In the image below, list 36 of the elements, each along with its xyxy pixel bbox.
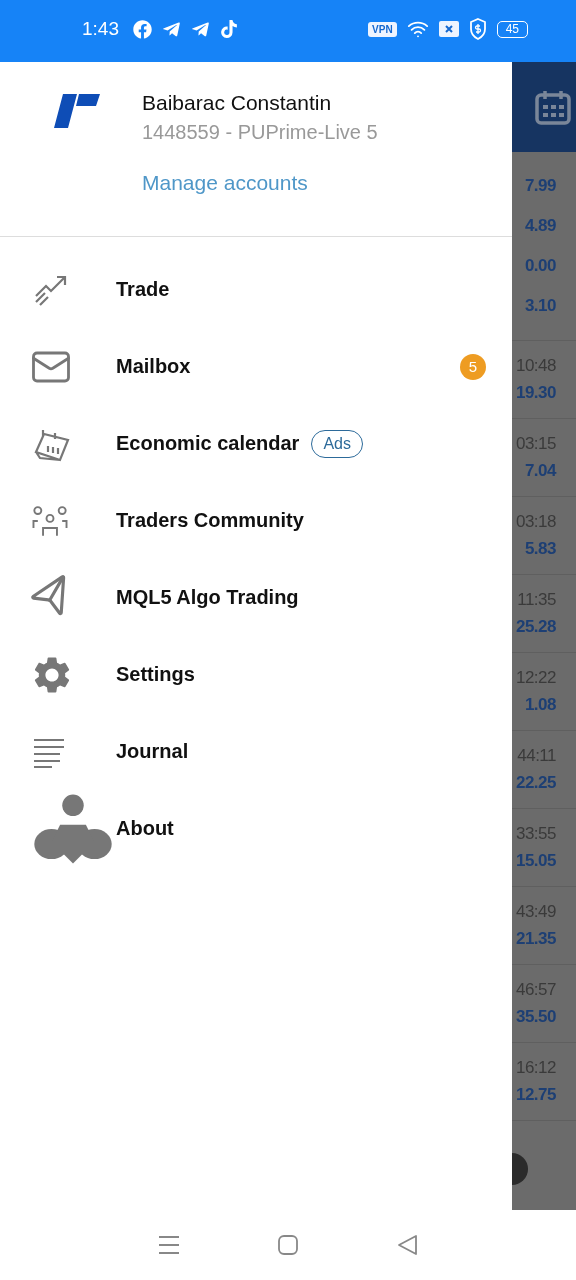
account-name: Baibarac Constantin [142,91,333,115]
price-value: 5.83 [523,537,557,560]
menu-item[interactable]: Trade [116,278,170,301]
price-value: 19.30 [514,381,557,404]
menu-item[interactable]: Traders Community [116,509,304,532]
facebook-icon [133,19,152,39]
menu-item[interactable]: Mailbox [116,355,191,378]
price-value: 15.05 [514,849,557,872]
calendar-icon[interactable] [534,88,572,126]
price-value: 7.99 [523,175,557,197]
account-login: 1448559 - PUPrime-Live 5 [142,121,378,144]
battery-level: 45 [496,20,528,38]
clock: 1:43 [82,18,119,40]
price-value: 25.28 [514,615,557,638]
menu-item[interactable]: MQL5 Algo Trading [116,586,299,609]
close-icon [438,21,459,37]
back-triangle-icon[interactable] [395,1234,418,1256]
price-value: 35.50 [514,1005,557,1028]
menu-item[interactable]: Settings [116,663,195,686]
price-value: 7.04 [523,459,558,482]
menu-item[interactable]: Economic calendar [116,432,300,455]
menu-icon[interactable] [158,1235,181,1255]
price-value: 22.25 [514,771,557,794]
price-value: 0.00 [523,255,557,277]
unread-count-badge: 5 [460,353,486,380]
price-value: 4.89 [523,215,557,237]
menu-item[interactable]: Journal [116,740,189,763]
price-value: 21.35 [514,927,557,950]
vpn-indicator: VPN [368,21,397,37]
shield-icon [468,18,487,40]
price-value: 1.08 [523,693,557,716]
menu-item[interactable]: About [116,817,174,840]
home-square-icon[interactable] [277,1234,299,1256]
price-value: 3.10 [523,295,557,317]
price-value: 12.75 [514,1083,557,1106]
music-note-icon [220,20,238,38]
